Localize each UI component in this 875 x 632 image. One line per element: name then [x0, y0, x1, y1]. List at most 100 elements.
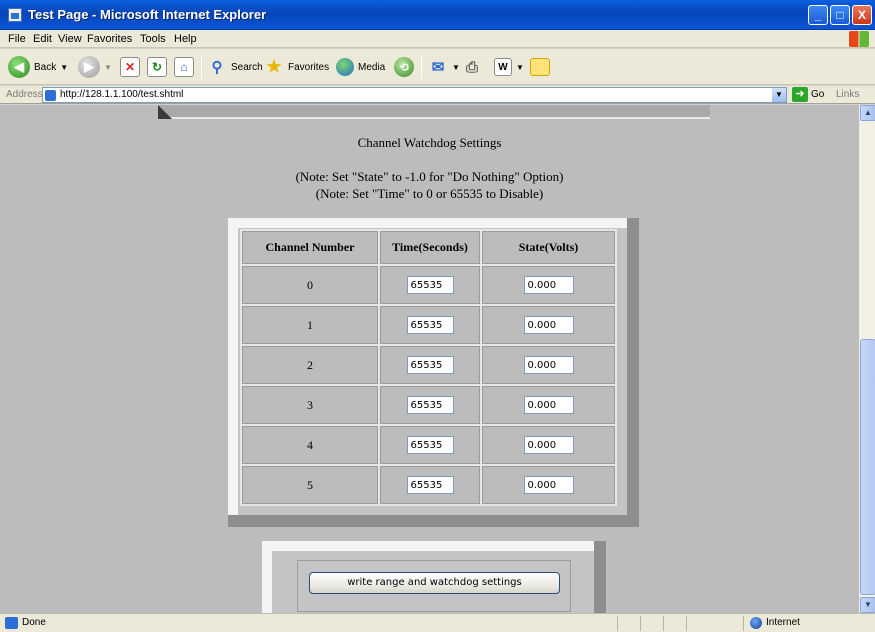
time-input[interactable]: [406, 276, 454, 294]
home-button[interactable]: ⌂: [174, 54, 194, 80]
menu-favorites[interactable]: Favorites: [87, 33, 132, 45]
go-button[interactable]: Go: [811, 89, 824, 100]
scroll-up-icon[interactable]: ▲: [860, 105, 875, 121]
forward-button[interactable]: ▶ ▼: [78, 54, 112, 80]
address-bar: Address http://128.1.1.100/test.shtml ▼ …: [0, 86, 875, 104]
state-input[interactable]: [523, 436, 574, 454]
channel-number-cell: 5: [242, 466, 378, 504]
table-header-row: Channel Number Time(Seconds) State(Volts…: [242, 231, 615, 264]
refresh-button[interactable]: ↻: [147, 54, 167, 80]
button-panel: write range and watchdog settings: [297, 560, 571, 612]
scroll-down-icon[interactable]: ▼: [860, 597, 875, 613]
window-title: Test Page - Microsoft Internet Explorer: [28, 7, 267, 22]
home-icon: ⌂: [174, 57, 194, 77]
media-label: Media: [358, 61, 386, 73]
status-divider: [686, 616, 687, 631]
state-input[interactable]: [523, 316, 574, 334]
favorites-label: Favorites: [288, 61, 330, 73]
edit-button[interactable]: W ▼: [494, 54, 524, 80]
header-state-volts: State(Volts): [482, 231, 615, 264]
page-icon: [45, 90, 56, 101]
state-input[interactable]: [523, 276, 574, 294]
table-row: 5: [242, 466, 615, 504]
header-channel-number: Channel Number: [242, 231, 378, 264]
search-button[interactable]: ⚲ Search: [207, 54, 263, 80]
menu-file[interactable]: File: [8, 33, 26, 45]
status-divider: [617, 616, 618, 631]
state-cell: [482, 466, 615, 504]
favorites-star-icon: ★: [266, 57, 282, 76]
channel-number-cell: 2: [242, 346, 378, 384]
address-field[interactable]: http://128.1.1.100/test.shtml ▼: [42, 87, 787, 103]
state-input[interactable]: [523, 476, 574, 494]
stop-button[interactable]: ✕: [120, 54, 140, 80]
print-button[interactable]: ⎙: [462, 54, 482, 80]
time-cell: [380, 346, 480, 384]
mail-dropdown-icon[interactable]: ▼: [452, 63, 460, 72]
time-input[interactable]: [406, 356, 454, 374]
menu-view[interactable]: View: [58, 33, 82, 45]
discuss-button[interactable]: [530, 54, 550, 80]
table-row: 0: [242, 266, 615, 304]
internet-zone-icon: [750, 617, 762, 629]
table-row: 4: [242, 426, 615, 464]
status-divider: [640, 616, 641, 631]
ie-window-icon[interactable]: [8, 8, 22, 22]
mail-icon: ✉: [431, 59, 445, 76]
state-input[interactable]: [523, 356, 574, 374]
search-icon: ⚲: [211, 59, 223, 76]
back-label: Back: [34, 61, 57, 73]
time-cell: [380, 466, 480, 504]
security-zone-label: Internet: [766, 617, 800, 628]
history-icon: ⟲: [394, 57, 414, 77]
time-input[interactable]: [406, 436, 454, 454]
history-button[interactable]: ⟲: [394, 54, 414, 80]
scroll-thumb[interactable]: [860, 339, 875, 595]
address-label: Address: [6, 89, 43, 100]
edit-dropdown-icon[interactable]: ▼: [516, 63, 524, 72]
menu-tools[interactable]: Tools: [140, 33, 166, 45]
time-input[interactable]: [406, 396, 454, 414]
stop-icon: ✕: [120, 57, 140, 77]
menu-help[interactable]: Help: [174, 33, 197, 45]
menu-edit[interactable]: Edit: [33, 33, 52, 45]
time-cell: [380, 306, 480, 344]
time-cell: [380, 426, 480, 464]
minimize-button[interactable]: _: [808, 5, 828, 25]
media-button[interactable]: Media: [336, 54, 385, 80]
forward-arrow-icon: ▶: [78, 56, 100, 78]
page-done-icon: [5, 617, 18, 629]
time-input[interactable]: [406, 476, 454, 494]
windows-logo-icon: [849, 31, 869, 47]
favorites-button[interactable]: ★ Favorites: [264, 54, 329, 80]
channel-number-cell: 1: [242, 306, 378, 344]
close-button[interactable]: X: [852, 5, 872, 25]
write-settings-button[interactable]: write range and watchdog settings: [309, 572, 560, 594]
media-icon: [336, 58, 354, 76]
state-cell: [482, 426, 615, 464]
vertical-scrollbar[interactable]: ▲ ▼: [859, 105, 875, 613]
note-time: (Note: Set "Time" to 0 or 65535 to Disab…: [315, 186, 544, 201]
go-arrow-icon[interactable]: ➜: [792, 87, 808, 102]
address-dropdown-icon[interactable]: ▼: [772, 88, 786, 102]
address-url[interactable]: http://128.1.1.100/test.shtml: [60, 89, 183, 100]
page-heading: Channel Watchdog Settings: [357, 135, 502, 150]
back-button[interactable]: ◀ Back ▼: [8, 54, 68, 80]
status-bar: Done Internet: [0, 613, 875, 632]
state-cell: [482, 386, 615, 424]
maximize-button[interactable]: □: [830, 5, 850, 25]
page-content: Channel Watchdog Settings (Note: Set "St…: [0, 105, 859, 613]
time-input[interactable]: [406, 316, 454, 334]
status-divider: [663, 616, 664, 631]
watchdog-table: Channel Number Time(Seconds) State(Volts…: [240, 229, 617, 506]
table-row: 2: [242, 346, 615, 384]
back-dropdown-icon[interactable]: ▼: [60, 63, 68, 72]
mail-button[interactable]: ✉ ▼: [428, 54, 460, 80]
forward-dropdown-icon[interactable]: ▼: [104, 63, 112, 72]
state-input[interactable]: [523, 396, 574, 414]
state-cell: [482, 306, 615, 344]
channel-number-cell: 0: [242, 266, 378, 304]
links-toolbar[interactable]: Links: [836, 89, 859, 100]
channel-number-cell: 4: [242, 426, 378, 464]
top-frame-edge: [158, 105, 710, 119]
